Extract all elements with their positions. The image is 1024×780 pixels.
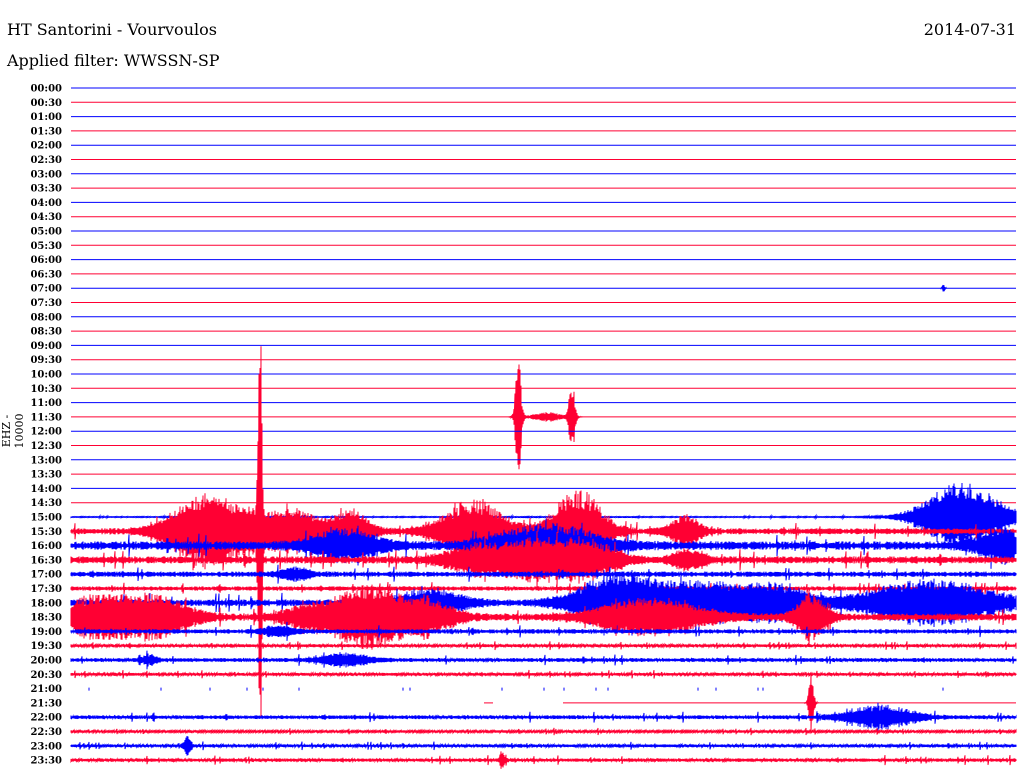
trace-0700 (71, 284, 1016, 292)
time-label: 18:30 (30, 613, 62, 624)
time-label: 04:00 (30, 198, 62, 209)
trace-2200 (70, 702, 1017, 732)
time-label: 22:30 (30, 727, 62, 738)
time-label: 15:00 (30, 513, 62, 524)
time-label: 03:00 (30, 169, 62, 180)
time-label: 08:30 (30, 327, 62, 338)
time-label: 23:30 (30, 756, 62, 767)
time-label: 11:30 (30, 412, 62, 423)
time-label: 04:30 (30, 212, 62, 223)
time-label: 14:30 (30, 498, 62, 509)
time-label: 07:00 (30, 284, 62, 295)
trace-2000 (70, 650, 1017, 670)
time-label: 10:30 (30, 384, 62, 395)
time-label: 02:30 (30, 155, 62, 166)
time-label: 14:00 (30, 484, 62, 495)
time-label: 02:00 (30, 141, 62, 152)
time-label: 19:00 (30, 627, 62, 638)
trace-2300 (70, 735, 1017, 756)
trace-1800 (70, 570, 1017, 636)
time-label: 13:00 (30, 455, 62, 466)
trace-1900 (70, 621, 1017, 641)
trace-1730 (70, 581, 1017, 596)
trace-1930 (70, 641, 1017, 651)
time-label: 16:30 (30, 555, 62, 566)
time-label: 01:30 (30, 126, 62, 137)
trace-2130 (563, 673, 1016, 732)
time-label: 06:30 (30, 269, 62, 280)
helicorder-plot: 00:00 00:30 01:00 01:30 02:00 02:30 03:00 03:30… (30, 84, 1017, 769)
time-label: 18:00 (30, 598, 62, 609)
trace-2030 (70, 669, 1017, 679)
time-label: 23:00 (30, 741, 62, 752)
time-label: 00:30 (30, 98, 62, 109)
time-label: 15:30 (30, 527, 62, 538)
time-label: 12:30 (30, 441, 62, 452)
time-label: 17:00 (30, 570, 62, 581)
time-label: 00:00 (30, 84, 62, 95)
time-label: 05:00 (30, 227, 62, 238)
time-label: 08:00 (30, 312, 62, 323)
trace-2230 (70, 727, 1017, 736)
time-label: 01:00 (30, 112, 62, 123)
time-label: 05:30 (30, 241, 62, 252)
time-label: 22:00 (30, 713, 62, 724)
time-label: 03:30 (30, 184, 62, 195)
time-label: 09:30 (30, 355, 62, 366)
time-label: 13:30 (30, 470, 62, 481)
time-label: 16:00 (30, 541, 62, 552)
trace-1130 (71, 364, 1016, 470)
time-label: 09:00 (30, 341, 62, 352)
time-label: 19:30 (30, 641, 62, 652)
time-label: 10:00 (30, 370, 62, 381)
time-label: 20:00 (30, 656, 62, 667)
time-label: 06:00 (30, 255, 62, 266)
time-label: 11:00 (30, 398, 62, 409)
trace-2330 (70, 751, 1017, 769)
time-label: 17:30 (30, 584, 62, 595)
time-label: 21:30 (30, 698, 62, 709)
time-label: 20:30 (30, 670, 62, 681)
time-label: 21:00 (30, 684, 62, 695)
time-label: 12:00 (30, 427, 62, 438)
time-label: 07:30 (30, 298, 62, 309)
